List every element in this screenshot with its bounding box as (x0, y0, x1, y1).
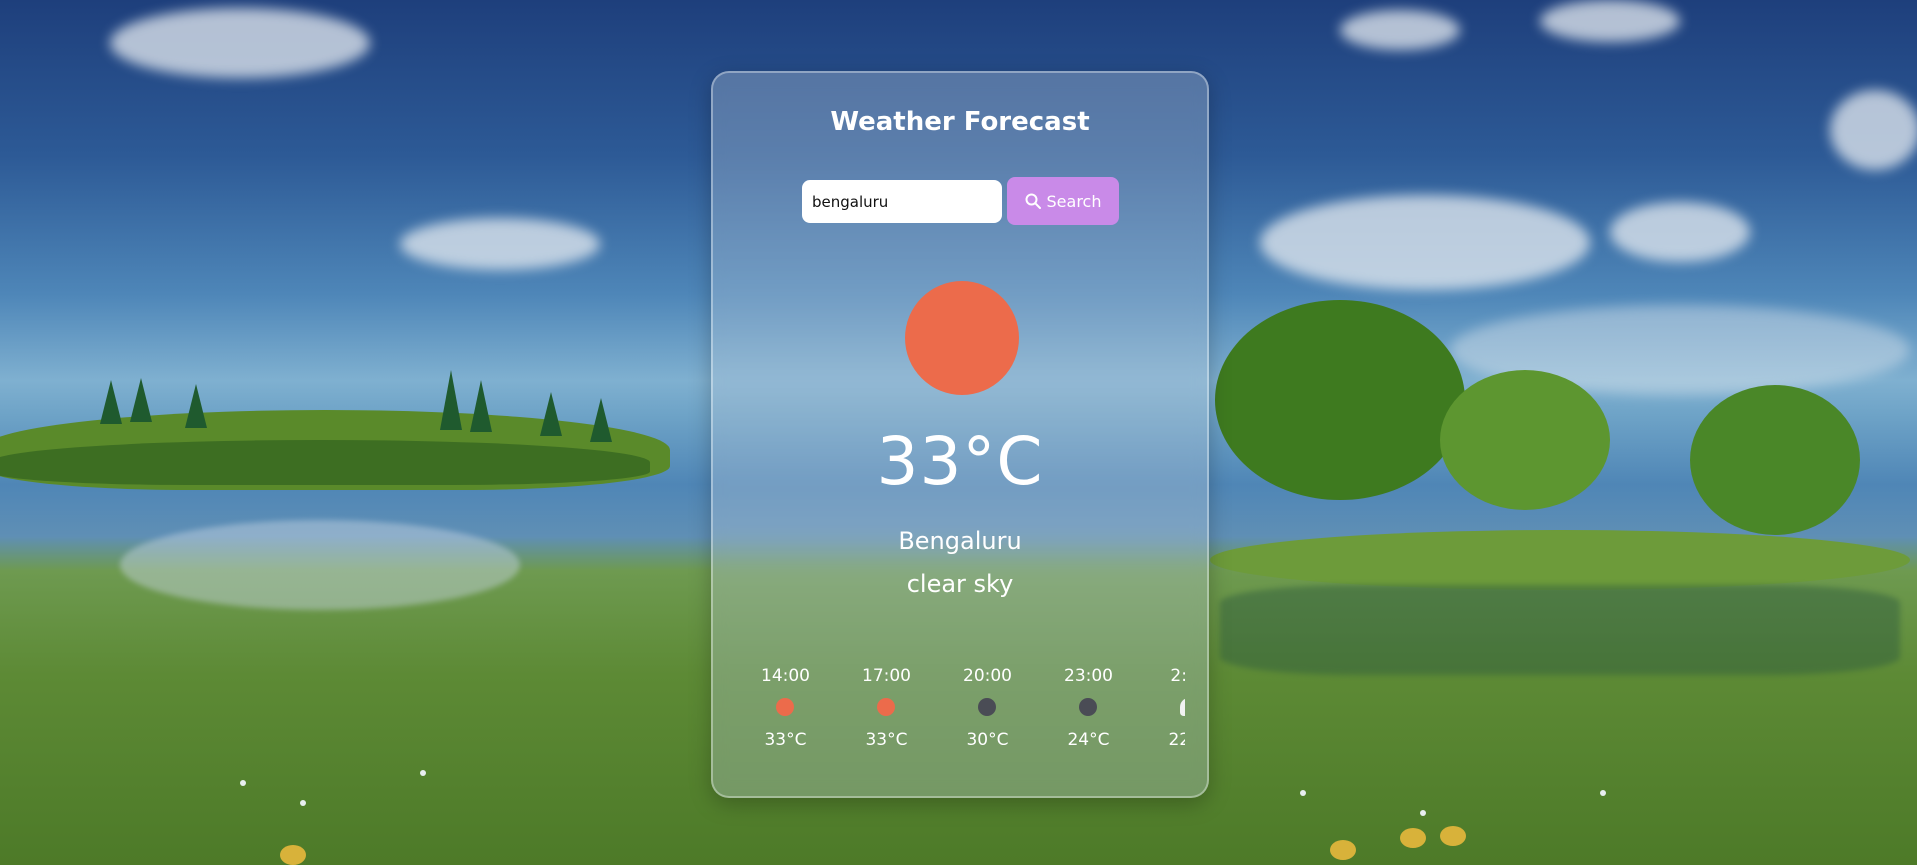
tree-decoration (100, 380, 122, 424)
hourly-temp: 30°C (966, 730, 1009, 750)
flower-decoration (1600, 790, 1606, 796)
tree-decoration (1215, 300, 1465, 500)
tree-decoration (540, 392, 562, 436)
flower-decoration (1330, 840, 1356, 860)
cloud-icon (1180, 698, 1185, 716)
flower-decoration (1440, 826, 1466, 846)
reflection-decoration (120, 520, 520, 610)
tree-decoration (1440, 370, 1610, 510)
hourly-time: 14:00 (761, 666, 810, 686)
current-temperature: 33°C (876, 423, 1044, 500)
cloud-decoration (1340, 10, 1460, 50)
weather-description: clear sky (906, 570, 1014, 598)
flower-decoration (1400, 828, 1426, 848)
cloud-decoration (1540, 0, 1680, 42)
city-search-input[interactable] (802, 180, 1002, 223)
hourly-forecast[interactable]: 14:00 33°C 17:00 33°C 20:00 30°C 23:00 2… (735, 658, 1185, 760)
city-name: Bengaluru (898, 527, 1022, 555)
sun-icon (776, 698, 794, 716)
tree-decoration (440, 370, 462, 430)
tree-decoration (1690, 385, 1860, 535)
flower-decoration (420, 770, 426, 776)
app-title: Weather Forecast (830, 107, 1090, 137)
cloud-decoration (400, 218, 600, 270)
tree-decoration (470, 380, 492, 432)
cloud-decoration (1610, 202, 1750, 262)
cloud-decoration (1830, 90, 1917, 170)
hourly-item: 20:00 30°C (937, 658, 1038, 753)
hourly-temp: 33°C (865, 730, 908, 750)
tree-decoration (185, 384, 207, 428)
hourly-temp: 24°C (1067, 730, 1110, 750)
moon-icon (978, 698, 996, 716)
weather-card: Weather Forecast Search 33°C Bengaluru c… (711, 71, 1209, 798)
search-button-label: Search (1046, 191, 1102, 211)
tree-decoration (130, 378, 152, 422)
hourly-temp: 22°C (1168, 730, 1185, 750)
search-button[interactable]: Search (1007, 177, 1119, 225)
flower-decoration (1420, 810, 1426, 816)
hourly-item: 14:00 33°C (735, 658, 836, 753)
cloud-decoration (1260, 195, 1590, 290)
hourly-time: 2:00 (1170, 666, 1185, 686)
tree-decoration (1210, 530, 1910, 590)
flower-decoration (280, 845, 306, 865)
flower-decoration (300, 800, 306, 806)
island-decoration (0, 440, 650, 485)
flower-decoration (1300, 790, 1306, 796)
moon-icon (1079, 698, 1097, 716)
hourly-track: 14:00 33°C 17:00 33°C 20:00 30°C 23:00 2… (735, 658, 1185, 753)
cloud-decoration (110, 8, 370, 78)
search-icon (1025, 193, 1041, 209)
hourly-item: 2:00 22°C (1139, 658, 1185, 753)
flower-decoration (240, 780, 246, 786)
hourly-time: 20:00 (963, 666, 1012, 686)
sun-icon (905, 281, 1019, 395)
hourly-item: 23:00 24°C (1038, 658, 1139, 753)
hourly-time: 23:00 (1064, 666, 1113, 686)
sun-icon (877, 698, 895, 716)
reflection-decoration (1220, 585, 1900, 675)
hourly-time: 17:00 (862, 666, 911, 686)
hourly-item: 17:00 33°C (836, 658, 937, 753)
tree-decoration (590, 398, 612, 442)
hourly-temp: 33°C (764, 730, 807, 750)
